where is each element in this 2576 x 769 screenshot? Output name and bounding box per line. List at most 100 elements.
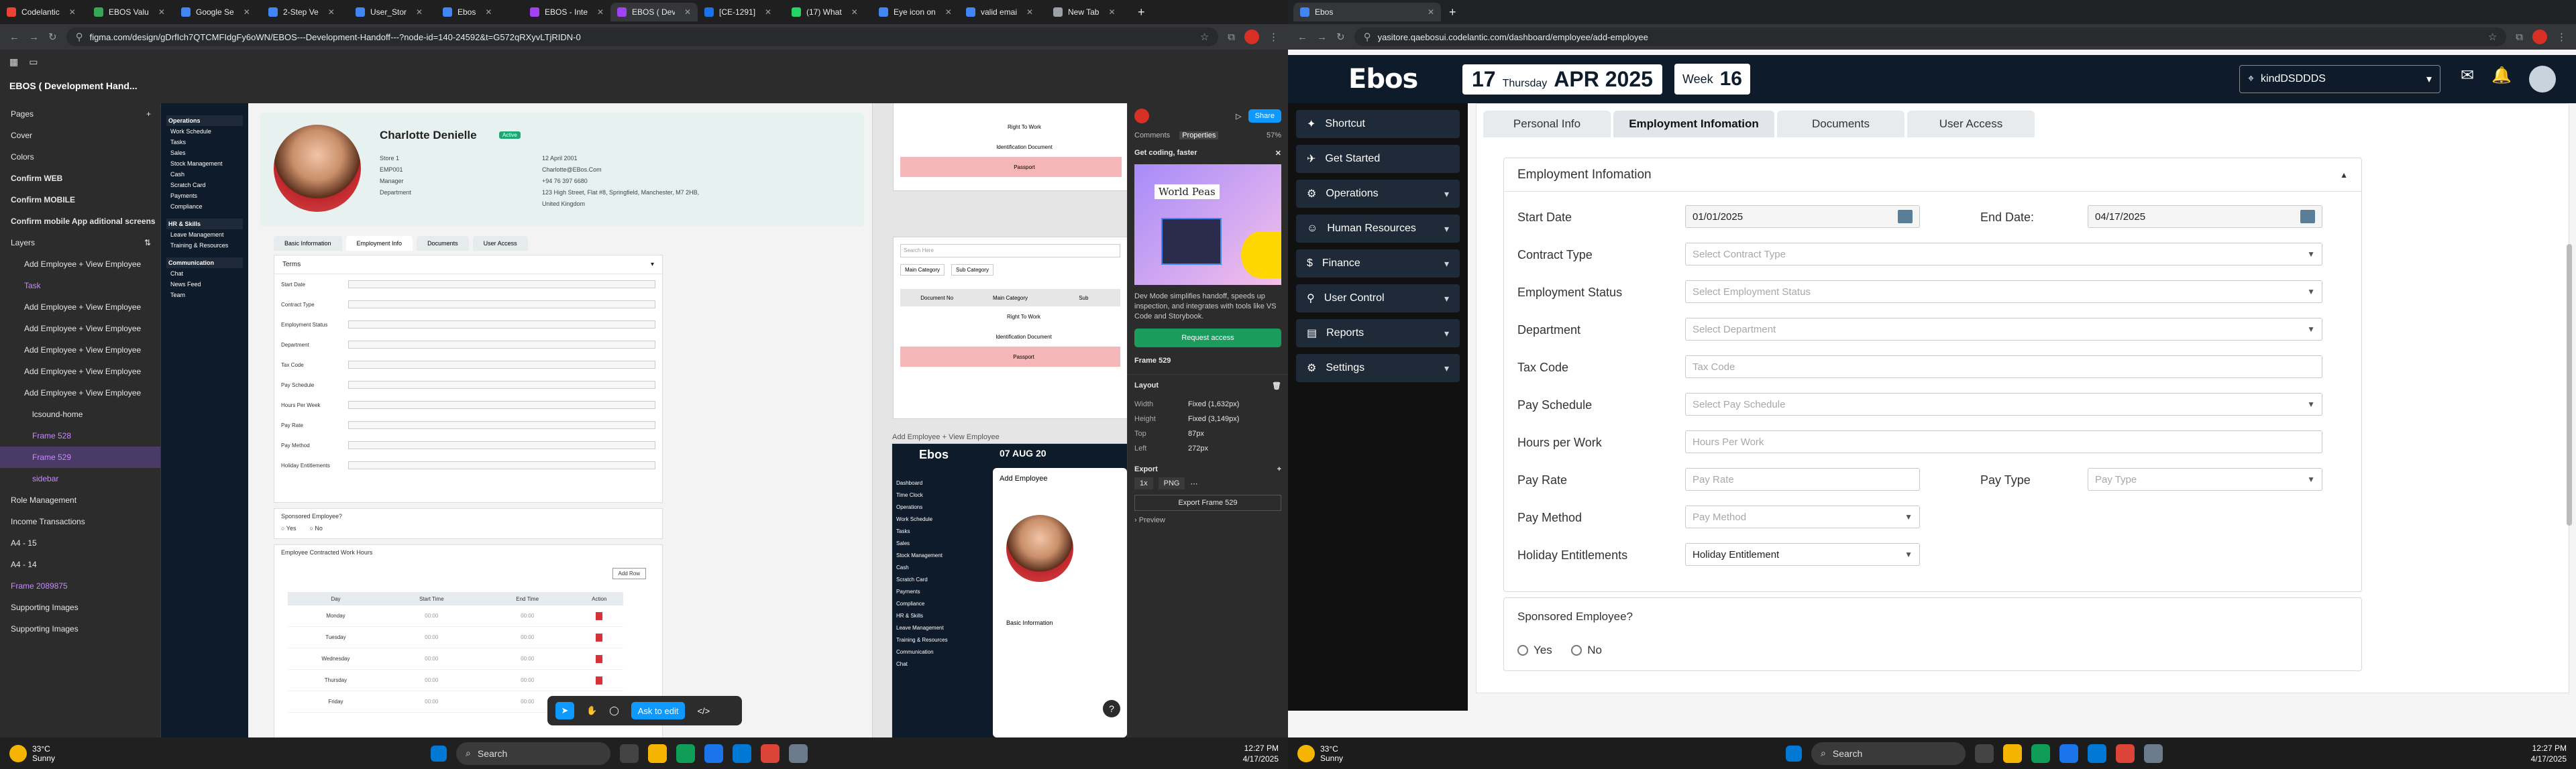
ebos-logo[interactable]: Ebos (1348, 64, 1449, 95)
tab-personal-info[interactable]: Personal Info (1483, 111, 1611, 137)
layer-item[interactable]: Add Employee + View Employee (0, 318, 160, 339)
sidebar-item-settings[interactable]: ⚙ Settings ▾ (1296, 354, 1460, 382)
chrome-icon[interactable] (2116, 744, 2135, 763)
reload-icon[interactable]: ↻ (48, 31, 57, 43)
layer-item[interactable]: Frame 528 (0, 425, 160, 447)
file-explorer-icon[interactable] (648, 744, 667, 763)
figma-canvas[interactable]: Operations Work Schedule Tasks Sales Stock M… (161, 103, 1127, 737)
new-tab-icon[interactable]: + (1449, 5, 1456, 19)
toggle-panel-icon[interactable]: ▭ (29, 56, 38, 68)
more-menu-icon[interactable]: ⋮ (1269, 31, 1279, 43)
sidebar-item-user-control[interactable]: ⚲ User Control ▾ (1296, 284, 1460, 312)
zoom-level[interactable]: 57% (1267, 131, 1281, 139)
sidebar-item-reports[interactable]: ▤ Reports ▾ (1296, 319, 1460, 347)
tab-close-icon[interactable]: ✕ (1026, 7, 1033, 17)
pay-schedule-select[interactable]: Select Pay Schedule ▼ (1685, 393, 2322, 416)
layer-item[interactable]: Add Employee + View Employee (0, 361, 160, 382)
no-radio[interactable]: ○ No (309, 525, 322, 532)
layer-item[interactable]: sidebar (0, 468, 160, 489)
weather-widget[interactable]: 33°C Sunny (1297, 744, 1343, 763)
export-format[interactable]: PNG (1158, 477, 1185, 489)
sidebar-item-operations[interactable]: ⚙ Operations ▾ (1296, 180, 1460, 208)
employment-status-select[interactable]: Select Employment Status ▼ (1685, 280, 2322, 303)
tab-close-icon[interactable]: ✕ (485, 7, 492, 17)
export-frame-button[interactable]: Export Frame 529 (1134, 495, 1281, 511)
page-item[interactable]: Cover (0, 125, 160, 146)
outlook-icon[interactable] (733, 744, 752, 763)
share-button[interactable]: Share (1248, 109, 1281, 123)
request-access-button[interactable]: Request access (1134, 329, 1281, 347)
layer-item[interactable]: Income Transactions (0, 511, 160, 532)
back-icon[interactable]: ← (9, 32, 19, 43)
tab-close-icon[interactable]: ✕ (416, 7, 423, 17)
figma-url-field[interactable]: ⚲ figma.com/design/gDrfIch7QTCMFIdgFy6oW… (66, 27, 1219, 46)
end-date-input[interactable]: 04/17/2025 (2088, 205, 2322, 228)
calendar-icon[interactable] (2300, 210, 2315, 223)
holiday-entitlements-select[interactable]: Holiday Entitlement ▼ (1685, 543, 1920, 566)
sidebar-item-get-started[interactable]: ✈ Get Started (1296, 145, 1460, 173)
extensions-icon[interactable]: ⧉ (1228, 32, 1235, 43)
taskbar-search[interactable]: ⌕ Search (456, 742, 611, 765)
location-select[interactable]: ⌖ kindDSDDDS ▾ (2239, 65, 2440, 93)
forward-icon[interactable]: → (1317, 32, 1327, 43)
layer-item[interactable]: Add Employee + View Employee (0, 253, 160, 275)
dev-mode-icon[interactable]: </> (697, 706, 710, 716)
layer-item[interactable]: Supporting Images (0, 618, 160, 640)
layer-item[interactable]: Supporting Images (0, 597, 160, 618)
tab-employment-infomation[interactable]: Employment Infomation (1613, 111, 1774, 137)
browser-tab[interactable]: Codelantic ✕ (0, 3, 87, 21)
browser-tab[interactable]: (17) What ✕ (785, 3, 872, 21)
tab-close-icon[interactable]: ✕ (244, 7, 250, 17)
ebos-url-field[interactable]: ⚲ yasitore.qaebosui.codelantic.com/dashb… (1354, 27, 2507, 46)
contract-type-select[interactable]: Select Contract Type ▼ (1685, 243, 2322, 265)
task-view-icon[interactable] (1975, 744, 1994, 763)
reload-icon[interactable]: ↻ (1336, 31, 1345, 43)
calendar-icon[interactable] (1898, 210, 1913, 223)
pay-rate-input[interactable]: Pay Rate (1685, 468, 1920, 491)
layer-item[interactable]: Add Employee + View Employee (0, 339, 160, 361)
task-view-icon[interactable] (620, 744, 639, 763)
browser-tab[interactable]: 2-Step Ve ✕ (262, 3, 349, 21)
layer-item[interactable]: A4 - 15 (0, 532, 160, 554)
ask-to-edit-button[interactable]: Ask to edit (631, 702, 686, 719)
layer-item[interactable]: Add Employee + View Employee (0, 296, 160, 318)
ebos-tab-close-icon[interactable]: ✕ (1428, 7, 1434, 17)
export-preview-toggle[interactable]: › Preview (1128, 516, 1288, 524)
add-export-icon[interactable]: + (1277, 465, 1281, 473)
browser-tab[interactable]: valid emai ✕ (959, 3, 1046, 21)
new-tab-icon[interactable]: + (1138, 5, 1145, 19)
taskbar-search[interactable]: ⌕ Search (1811, 742, 1966, 765)
collapse-icon[interactable]: ▲ (2340, 170, 2348, 180)
export-scale[interactable]: 1x (1134, 477, 1153, 489)
edge-icon[interactable] (2059, 744, 2079, 763)
app-icon[interactable] (676, 744, 696, 763)
tax-code-input[interactable]: Tax Code (1685, 355, 2322, 378)
properties-tab[interactable]: Properties (1179, 131, 1219, 139)
tab-close-icon[interactable]: ✕ (684, 7, 691, 17)
layer-item[interactable]: Frame 529 (0, 447, 160, 468)
sidebar-item-finance[interactable]: $ Finance ▾ (1296, 249, 1460, 278)
browser-tab[interactable]: Google Se ✕ (174, 3, 262, 21)
yes-radio[interactable]: ○ Yes (281, 525, 296, 532)
browser-tab[interactable]: Eye icon on ✕ (872, 3, 959, 21)
browser-tab[interactable]: User_Stor ✕ (349, 3, 436, 21)
tab-documents[interactable]: Documents (1777, 111, 1904, 137)
settings-icon[interactable] (789, 744, 808, 763)
layer-item[interactable]: Task (0, 275, 160, 296)
forward-icon[interactable]: → (29, 32, 39, 43)
tab-close-icon[interactable]: ✕ (851, 7, 858, 17)
chrome-icon[interactable] (761, 744, 780, 763)
export-more-icon[interactable]: ⋯ (1190, 479, 1197, 488)
tab-close-icon[interactable]: ✕ (765, 7, 771, 17)
tab-close-icon[interactable]: ✕ (597, 7, 604, 17)
bell-icon[interactable]: 🔔 (2491, 66, 2512, 93)
outlook-icon[interactable] (2088, 744, 2107, 763)
help-icon[interactable]: ? (1103, 700, 1120, 717)
user-avatar[interactable] (2529, 66, 2556, 93)
layer-item[interactable]: Frame 2089875 (0, 575, 160, 597)
browser-tab[interactable]: Ebos ✕ (436, 3, 523, 21)
back-icon[interactable]: ← (1297, 32, 1307, 43)
weather-widget[interactable]: 33°C Sunny (9, 744, 55, 763)
move-tool-icon[interactable]: ➤ (555, 702, 574, 719)
more-menu-icon[interactable]: ⋮ (2557, 31, 2567, 43)
